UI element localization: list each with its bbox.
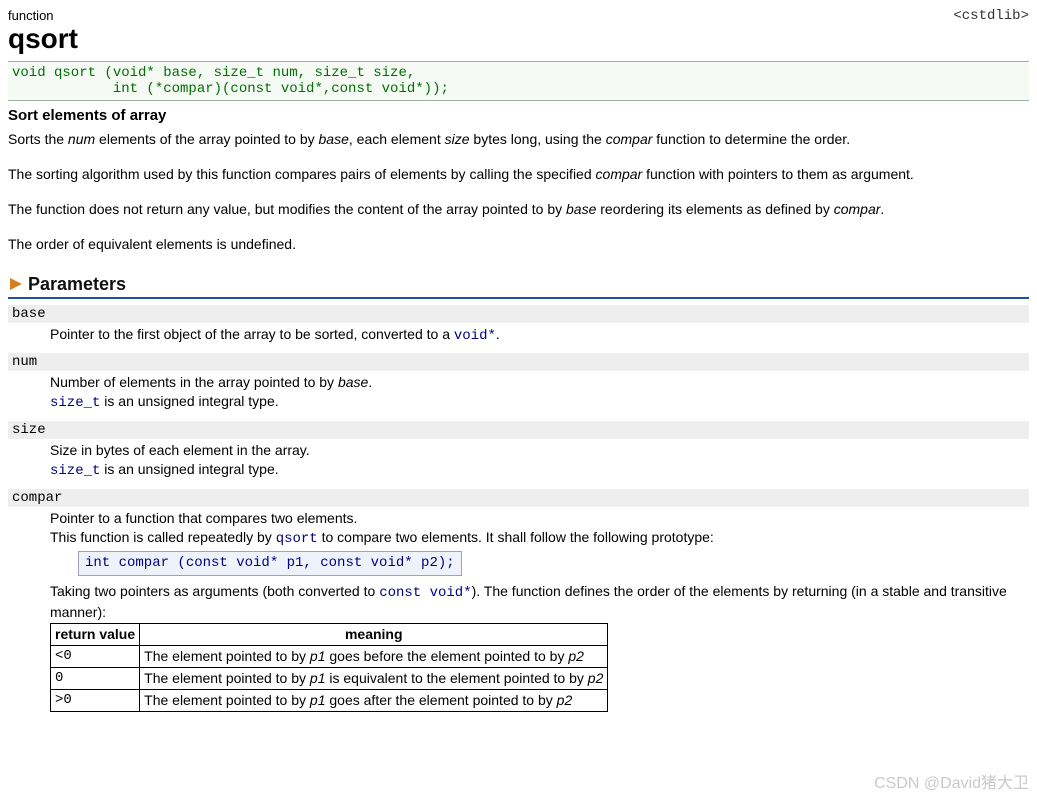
text: elements of the array pointed to by	[95, 131, 318, 147]
section-title-bar: Parameters	[8, 274, 1029, 299]
table-row: >0 The element pointed to by p1 goes aft…	[51, 690, 608, 712]
text: is an unsigned integral type.	[100, 461, 278, 477]
text: This function is called repeatedly by	[50, 529, 276, 545]
summary-heading: Sort elements of array	[8, 107, 1029, 124]
param-ref-p1: p1	[310, 692, 326, 708]
param-name-compar: compar	[8, 489, 1029, 507]
text: The element pointed to by	[144, 670, 310, 686]
return-value-table: return value meaning <0 The element poin…	[50, 623, 608, 712]
triangle-icon	[10, 278, 22, 290]
param-desc-compar: Pointer to a function that compares two …	[50, 507, 1029, 714]
section-title: Parameters	[28, 274, 126, 295]
text: goes after the element pointed to by	[326, 692, 557, 708]
text: function to determine the order.	[652, 131, 850, 147]
text: .	[880, 201, 884, 217]
text: function with pointers to them as argume…	[642, 166, 914, 182]
summary-p3: The function does not return any value, …	[8, 200, 1029, 219]
col-return-value: return value	[51, 624, 140, 646]
page-title: qsort	[8, 23, 78, 55]
param-ref-p2: p2	[557, 692, 573, 708]
param-ref-base: base	[319, 131, 349, 147]
param-ref-compar: compar	[606, 131, 653, 147]
cell-value: 0	[51, 668, 140, 690]
text: Pointer to a function that compares two …	[50, 510, 357, 526]
param-ref-base: base	[566, 201, 596, 217]
cell-meaning: The element pointed to by p1 goes after …	[140, 690, 608, 712]
param-desc-num: Number of elements in the array pointed …	[50, 371, 1029, 415]
cell-value: >0	[51, 690, 140, 712]
text: Taking two pointers as arguments (both c…	[50, 583, 379, 599]
table-row: <0 The element pointed to by p1 goes bef…	[51, 646, 608, 668]
section-parameters: Parameters base Pointer to the first obj…	[8, 274, 1029, 714]
text: Size in bytes of each element in the arr…	[50, 442, 310, 458]
code-void-ptr: void*	[454, 328, 496, 344]
text: .	[496, 326, 500, 342]
param-ref-p2: p2	[568, 648, 584, 664]
param-ref-base: base	[338, 374, 368, 390]
text: to compare two elements. It shall follow…	[318, 529, 714, 545]
param-name-num: num	[8, 353, 1029, 371]
type-link-size-t[interactable]: size_t	[50, 463, 100, 479]
text: is equivalent to the element pointed to …	[326, 670, 588, 686]
text: goes before the element pointed to by	[326, 648, 569, 664]
code-const-void-ptr: const void*	[379, 585, 471, 601]
cell-meaning: The element pointed to by p1 goes before…	[140, 646, 608, 668]
cell-meaning: The element pointed to by p1 is equivale…	[140, 668, 608, 690]
compar-prototype: int compar (const void* p1, const void* …	[78, 551, 462, 576]
kind-label: function	[8, 8, 78, 23]
text: The function does not return any value, …	[8, 201, 566, 217]
param-desc-base: Pointer to the first object of the array…	[50, 323, 1029, 348]
text: Pointer to the first object of the array…	[50, 326, 454, 342]
param-ref-num: num	[68, 131, 95, 147]
summary-p2: The sorting algorithm used by this funct…	[8, 165, 1029, 184]
param-name-size: size	[8, 421, 1029, 439]
param-ref-p2: p2	[588, 670, 604, 686]
function-signature: void qsort (void* base, size_t num, size…	[8, 61, 1029, 101]
param-ref-compar: compar	[834, 201, 881, 217]
param-ref-p1: p1	[310, 670, 326, 686]
text: Number of elements in the array pointed …	[50, 374, 338, 390]
text: , each element	[349, 131, 445, 147]
param-name-base: base	[8, 305, 1029, 323]
cell-value: <0	[51, 646, 140, 668]
header: function qsort <cstdlib>	[8, 8, 1029, 59]
type-link-size-t[interactable]: size_t	[50, 395, 100, 411]
code-qsort: qsort	[276, 531, 318, 547]
param-ref-compar: compar	[596, 166, 643, 182]
table-header-row: return value meaning	[51, 624, 608, 646]
text: reordering its elements as defined by	[596, 201, 833, 217]
param-ref-size: size	[445, 131, 470, 147]
header-left: function qsort	[8, 8, 78, 59]
summary-p4: The order of equivalent elements is unde…	[8, 235, 1029, 254]
table-row: 0 The element pointed to by p1 is equiva…	[51, 668, 608, 690]
text: is an unsigned integral type.	[100, 393, 278, 409]
param-desc-size: Size in bytes of each element in the arr…	[50, 439, 1029, 483]
param-ref-p1: p1	[310, 648, 326, 664]
text: Sorts the	[8, 131, 68, 147]
text: The element pointed to by	[144, 648, 310, 664]
text: The sorting algorithm used by this funct…	[8, 166, 596, 182]
include-header: <cstdlib>	[953, 8, 1029, 24]
text: bytes long, using the	[470, 131, 606, 147]
text: .	[368, 374, 372, 390]
summary-p1: Sorts the num elements of the array poin…	[8, 130, 1029, 149]
watermark: CSDN @David猪大卫	[874, 769, 1029, 793]
text: The element pointed to by	[144, 692, 310, 708]
col-meaning: meaning	[140, 624, 608, 646]
